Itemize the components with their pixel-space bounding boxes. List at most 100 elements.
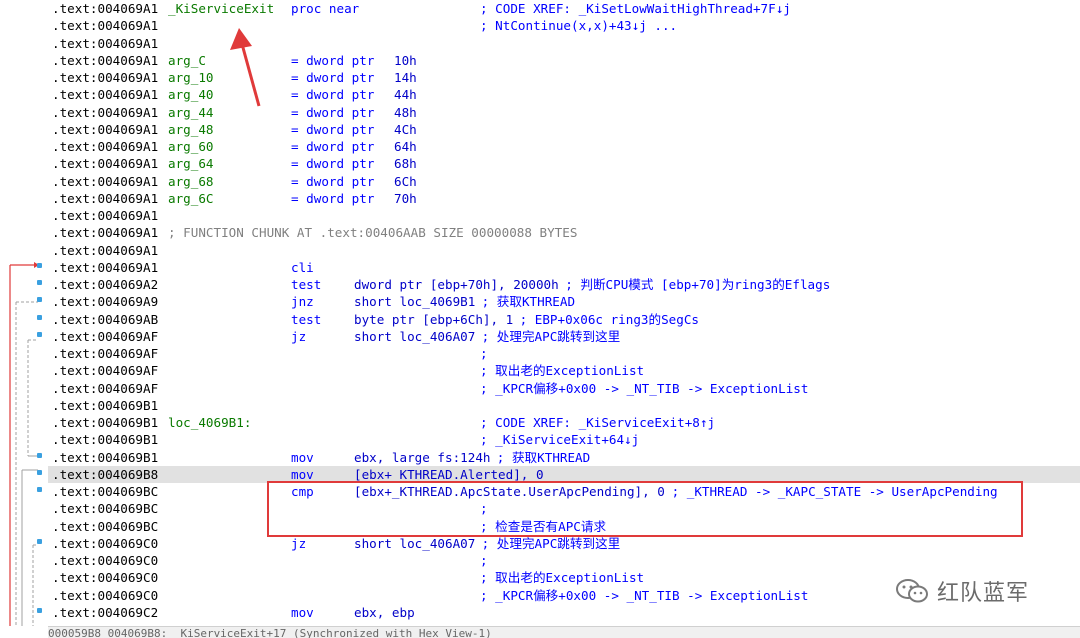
line-comment: ; 获取KTHREAD bbox=[481, 294, 576, 310]
code-line[interactable]: .text:004069A1 ; FUNCTION CHUNK AT .text:… bbox=[48, 224, 1080, 241]
line-address: .text:004069A1 bbox=[52, 139, 159, 154]
operand[interactable]: 64h bbox=[394, 138, 417, 155]
code-line[interactable]: .text:004069AF ; _KPCR偏移+0x00 -> _NT_TIB … bbox=[48, 380, 1080, 397]
code-line[interactable]: .text:004069AF ; 取出老的ExceptionList bbox=[48, 362, 1080, 379]
line-comment: ; CODE XREF: _KiSetLowWaitHighThread+7F↓… bbox=[480, 1, 791, 16]
mnemonic: = dword ptr bbox=[291, 173, 375, 189]
symbol-name[interactable]: loc_4069B1: bbox=[168, 414, 251, 431]
mnemonic: = dword ptr bbox=[291, 121, 375, 137]
ida-disassembly-window: .text:004069A1 _KiServiceExit proc near ; C… bbox=[0, 0, 1080, 638]
operand[interactable]: 48h bbox=[394, 104, 417, 121]
line-address: .text:004069A9 bbox=[52, 294, 159, 310]
mnemonic: jz bbox=[291, 328, 307, 344]
line-address: .text:004069A1 bbox=[52, 190, 159, 206]
operand[interactable]: 70h bbox=[394, 190, 417, 207]
line-address: .text:004069B1 bbox=[52, 397, 159, 413]
line-address: .text:004069C0 bbox=[52, 553, 159, 568]
line-address: .text:004069C0 bbox=[52, 570, 159, 586]
code-line[interactable]: .text:004069AF jz short loc_406A07 ; 处理完APC… bbox=[48, 328, 1080, 345]
line-address: .text:004069A1 bbox=[52, 70, 159, 85]
symbol-name[interactable]: _KiServiceExit bbox=[168, 0, 274, 17]
symbol-name[interactable]: arg_60 bbox=[168, 138, 214, 155]
code-line[interactable]: .text:004069A1 ; NtContinue(x,x)+43↓j ... bbox=[48, 17, 1080, 34]
code-line[interactable]: .text:004069A1 arg_40 = dword ptr 44h bbox=[48, 86, 1080, 103]
symbol-name[interactable]: arg_6C bbox=[168, 190, 214, 207]
operand[interactable]: 44h bbox=[394, 86, 417, 103]
mnemonic: = dword ptr bbox=[291, 190, 375, 206]
code-line[interactable]: .text:004069AF; bbox=[48, 345, 1080, 362]
operand[interactable]: short loc_4069B1 bbox=[354, 293, 475, 310]
operand[interactable]: dword ptr [ebp+70h], 20000h bbox=[354, 276, 559, 293]
mnemonic: = dword ptr bbox=[291, 139, 375, 154]
mnemonic: = dword ptr bbox=[291, 52, 375, 68]
operand[interactable]: 10h bbox=[394, 52, 417, 69]
line-comment: ; 获取KTHREAD bbox=[496, 449, 591, 465]
line-comment: ; bbox=[480, 346, 488, 361]
line-address: .text:004069B1 bbox=[52, 449, 159, 465]
symbol-name[interactable]: arg_64 bbox=[168, 155, 214, 172]
breakpoint-marker-icon bbox=[37, 297, 42, 302]
operand[interactable]: ebx, large fs:124h bbox=[354, 449, 490, 466]
line-comment: ; 判断CPU模式 [ebp+70]为ring3的Eflags bbox=[565, 277, 831, 292]
code-line[interactable]: .text:004069B1 ; _KiServiceExit+64↓j bbox=[48, 431, 1080, 448]
code-line[interactable]: .text:004069A2 test dword ptr [ebp+70h], 2… bbox=[48, 276, 1080, 293]
mnemonic: jz bbox=[291, 535, 307, 551]
code-line[interactable]: .text:004069C0 jz short loc_406A07 ; 处理完APC… bbox=[48, 535, 1080, 552]
symbol-name[interactable]: arg_10 bbox=[168, 69, 214, 86]
code-line[interactable]: .text:004069A1 _KiServiceExit proc near ; C… bbox=[48, 0, 1080, 17]
breakpoint-marker-icon bbox=[37, 539, 42, 544]
line-address: .text:004069A1 bbox=[52, 1, 159, 16]
operand[interactable]: 68h bbox=[394, 155, 417, 172]
code-line[interactable]: .text:004069B1 mov ebx, large fs:124h ; 获取K… bbox=[48, 449, 1080, 466]
line-address: .text:004069AF bbox=[52, 346, 159, 361]
line-address: .text:004069A1 bbox=[52, 225, 159, 241]
mnemonic: cli bbox=[291, 259, 314, 275]
code-line[interactable]: .text:004069A1 bbox=[48, 35, 1080, 52]
line-comment: ; NtContinue(x,x)+43↓j ... bbox=[480, 18, 678, 34]
code-line[interactable]: .text:004069B1 loc_4069B1: ; CODE XREF: _K… bbox=[48, 414, 1080, 431]
mnemonic: = dword ptr bbox=[291, 156, 375, 172]
code-line[interactable]: .text:004069A1 arg_C = dword ptr 10h bbox=[48, 52, 1080, 69]
code-line[interactable]: .text:004069A1 arg_60 = dword ptr 64h bbox=[48, 138, 1080, 155]
code-line[interactable]: .text:004069A9 jnz short loc_4069B1 ; 获取KTH… bbox=[48, 293, 1080, 310]
operand[interactable]: ebx, ebp bbox=[354, 604, 415, 621]
code-line[interactable]: .text:004069A1 cli bbox=[48, 259, 1080, 276]
code-line[interactable]: .text:004069C0; bbox=[48, 552, 1080, 569]
code-line[interactable]: .text:004069A1 bbox=[48, 242, 1080, 259]
mnemonic: test bbox=[291, 277, 322, 292]
symbol-name[interactable]: arg_68 bbox=[168, 173, 214, 190]
symbol-name[interactable]: arg_44 bbox=[168, 104, 214, 121]
code-line[interactable]: .text:004069A1 arg_10 = dword ptr 14h bbox=[48, 69, 1080, 86]
line-address: .text:004069A1 bbox=[52, 259, 159, 275]
line-address: .text:004069A1 bbox=[52, 104, 159, 120]
operand[interactable]: short loc_406A07 bbox=[354, 535, 475, 552]
mnemonic: proc near bbox=[291, 1, 360, 16]
symbol-name[interactable]: arg_40 bbox=[168, 86, 214, 103]
line-address: .text:004069B1 bbox=[52, 432, 159, 448]
line-address: .text:004069A1 bbox=[52, 35, 159, 51]
operand[interactable]: 14h bbox=[394, 69, 417, 86]
mnemonic: = dword ptr bbox=[291, 104, 375, 120]
code-line[interactable]: .text:004069B1 bbox=[48, 397, 1080, 414]
code-line[interactable]: .text:004069A1 arg_68 = dword ptr 6Ch bbox=[48, 173, 1080, 190]
operand[interactable]: 6Ch bbox=[394, 173, 417, 190]
symbol-name[interactable]: arg_C bbox=[168, 52, 206, 69]
operand[interactable]: short loc_406A07 bbox=[354, 328, 475, 345]
code-line[interactable]: .text:004069A1 arg_64 = dword ptr 68h bbox=[48, 155, 1080, 172]
line-address: .text:004069A1 bbox=[52, 242, 159, 258]
code-line[interactable]: .text:004069AB test byte ptr [ebp+6Ch], 1;… bbox=[48, 311, 1080, 328]
operand[interactable]: byte ptr [ebp+6Ch], 1 bbox=[354, 311, 513, 328]
line-address: .text:004069A1 bbox=[52, 52, 159, 68]
line-address: .text:004069B1 bbox=[52, 415, 159, 430]
line-address: .text:004069A1 bbox=[52, 87, 159, 103]
code-line[interactable]: .text:004069A1 arg_6C = dword ptr 70h bbox=[48, 190, 1080, 207]
operand[interactable]: 4Ch bbox=[394, 121, 417, 138]
wechat-icon bbox=[896, 579, 928, 603]
flow-arrows bbox=[9, 262, 39, 626]
code-line[interactable]: .text:004069A1 arg_48 = dword ptr 4Ch bbox=[48, 121, 1080, 138]
mnemonic: mov bbox=[291, 604, 314, 620]
code-line[interactable]: .text:004069A1 arg_44 = dword ptr 48h bbox=[48, 104, 1080, 121]
code-line[interactable]: .text:004069A1 bbox=[48, 207, 1080, 224]
symbol-name[interactable]: arg_48 bbox=[168, 121, 214, 138]
mnemonic: = dword ptr bbox=[291, 87, 375, 103]
